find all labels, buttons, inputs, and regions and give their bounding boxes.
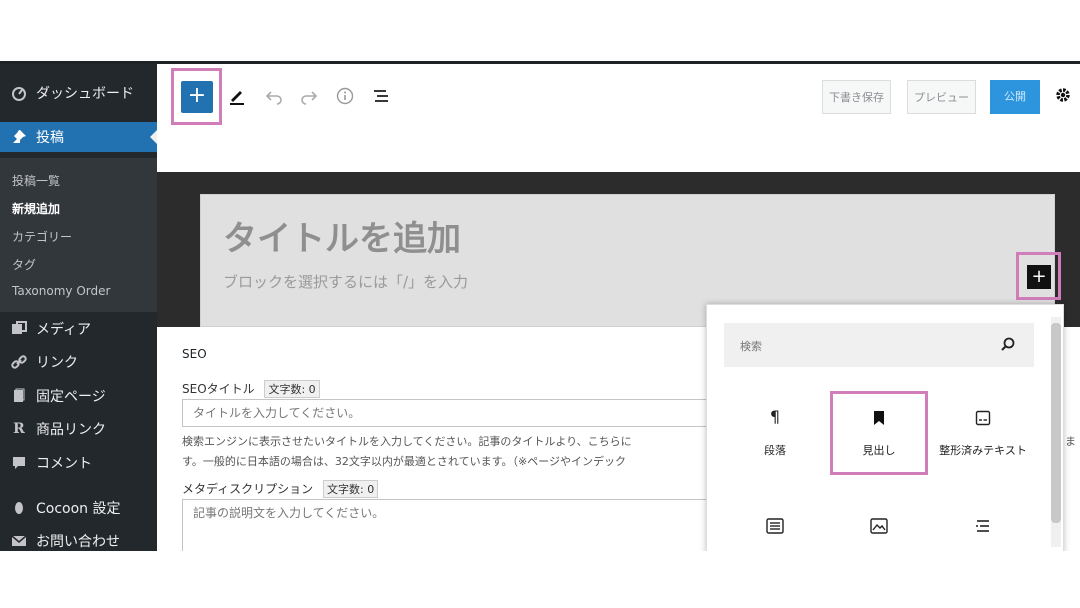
comment-icon	[10, 454, 28, 472]
submenu-all-posts[interactable]: 投稿一覧	[12, 172, 60, 189]
char-count-badge: 文字数: 0	[323, 480, 379, 498]
submenu-add-new[interactable]: 新規追加	[12, 200, 60, 217]
block-label: 見出し	[862, 444, 896, 457]
meta-description-label-text: メタディスクリプション	[182, 482, 314, 496]
add-block-button[interactable]: +	[181, 81, 213, 113]
block-preformatted[interactable]: 整形済みテキスト	[933, 393, 1033, 473]
submenu-categories[interactable]: カテゴリー	[12, 228, 72, 245]
submenu-taxonomy-order[interactable]: Taxonomy Order	[12, 284, 110, 298]
posts-submenu: 投稿一覧 新規追加 カテゴリー タグ Taxonomy Order	[0, 158, 157, 312]
sidebar-item-label: 固定ページ	[36, 389, 106, 405]
list-view-icon	[933, 515, 1033, 535]
block-inserter-panel: 検索 ¶ 段落 見出し 整形済みテキスト	[706, 304, 1064, 551]
cocoon-icon	[10, 499, 28, 517]
block-appender-hint[interactable]: ブロックを選択するには「/」を入力	[223, 271, 468, 292]
block-list[interactable]	[727, 501, 823, 551]
image-icon	[831, 515, 927, 535]
block-label: 段落	[764, 444, 786, 457]
sidebar-item-dashboard[interactable]: ダッシュボード	[0, 78, 157, 108]
seo-title-label-text: SEOタイトル	[182, 382, 255, 396]
search-icon	[1000, 334, 1016, 352]
sidebar-item-product-links[interactable]: R 商品リンク	[0, 414, 157, 444]
seo-section-title: SEO	[182, 347, 207, 361]
gear-icon[interactable]	[1054, 84, 1072, 105]
sidebar-item-label: 商品リンク	[36, 422, 106, 438]
list-icon	[727, 515, 823, 535]
paragraph-icon: ¶	[769, 407, 781, 426]
sidebar-item-label: コメント	[36, 456, 92, 472]
sidebar-item-media[interactable]: メディア	[0, 314, 157, 344]
sidebar-item-label: メディア	[36, 322, 92, 338]
block-heading[interactable]: 見出し	[831, 393, 927, 473]
link-icon	[10, 353, 28, 371]
seo-title-help-line-1: 検索エンジンに表示させたいタイトルを入力してください。記事のタイトルより、こちら…	[182, 435, 632, 448]
block-image[interactable]	[831, 501, 927, 551]
inline-add-block-button[interactable]: +	[1027, 265, 1051, 289]
media-icon	[10, 320, 28, 338]
editor-window: ダッシュボード 投稿 投稿一覧 新規追加 カテゴリー タグ Taxonomy O…	[0, 61, 1080, 551]
sidebar-item-pages[interactable]: 固定ページ	[0, 381, 157, 411]
meta-description-label: メタディスクリプション 文字数: 0	[182, 480, 379, 498]
pin-icon	[10, 128, 28, 146]
sidebar-item-label: Cocoon 設定	[36, 501, 121, 517]
sidebar-item-links[interactable]: リンク	[0, 347, 157, 377]
sidebar-item-label: ダッシュボード	[36, 86, 134, 102]
list-view-icon[interactable]	[369, 84, 393, 108]
sidebar-item-cocoon[interactable]: Cocoon 設定	[0, 493, 157, 523]
heading-bookmark-icon	[831, 407, 927, 427]
panel-scrollbar[interactable]	[1051, 317, 1061, 547]
sidebar-item-posts[interactable]: 投稿	[0, 122, 157, 152]
undo-icon[interactable]	[262, 84, 286, 108]
seo-title-help-overflow: ま	[1065, 435, 1076, 448]
pencil-icon[interactable]	[225, 84, 249, 108]
publish-button[interactable]: 公開	[990, 80, 1040, 114]
panel-scrollbar-thumb[interactable]	[1051, 323, 1061, 523]
dashboard-icon	[10, 84, 28, 102]
char-count-badge: 文字数: 0	[264, 380, 320, 398]
editor-toolbar: + 下書き保存 プレビュー 公開	[157, 64, 1080, 172]
block-label: 整形済みテキスト	[939, 444, 1027, 457]
preview-button[interactable]: プレビュー	[907, 80, 976, 114]
admin-sidebar: ダッシュボード 投稿 投稿一覧 新規追加 カテゴリー タグ Taxonomy O…	[0, 64, 157, 551]
page-icon	[10, 387, 28, 405]
post-title-input[interactable]: タイトルを追加	[223, 211, 461, 260]
submenu-tags[interactable]: タグ	[12, 256, 36, 273]
info-icon[interactable]	[333, 84, 357, 108]
sidebar-item-label: お問い合わせ	[36, 534, 120, 550]
block-paragraph[interactable]: ¶ 段落	[727, 393, 823, 473]
block-list-view[interactable]	[933, 501, 1033, 551]
sidebar-item-label: 投稿	[36, 130, 64, 146]
block-search-input[interactable]: 検索	[724, 323, 1034, 367]
mail-icon	[10, 532, 28, 550]
sidebar-item-label: リンク	[36, 355, 78, 371]
rinker-icon: R	[13, 421, 25, 437]
block-search-placeholder: 検索	[740, 340, 762, 353]
save-draft-button[interactable]: 下書き保存	[822, 80, 891, 114]
preformatted-icon	[933, 407, 1033, 427]
redo-icon[interactable]	[297, 84, 321, 108]
seo-title-label: SEOタイトル 文字数: 0	[182, 380, 320, 398]
sidebar-item-comments[interactable]: コメント	[0, 448, 157, 478]
seo-title-help-line-2: す。一般的に日本語の場合は、32文字以内が最適とされています。（※ページやインデ…	[182, 455, 626, 468]
sidebar-item-contact[interactable]: お問い合わせ	[0, 526, 157, 551]
